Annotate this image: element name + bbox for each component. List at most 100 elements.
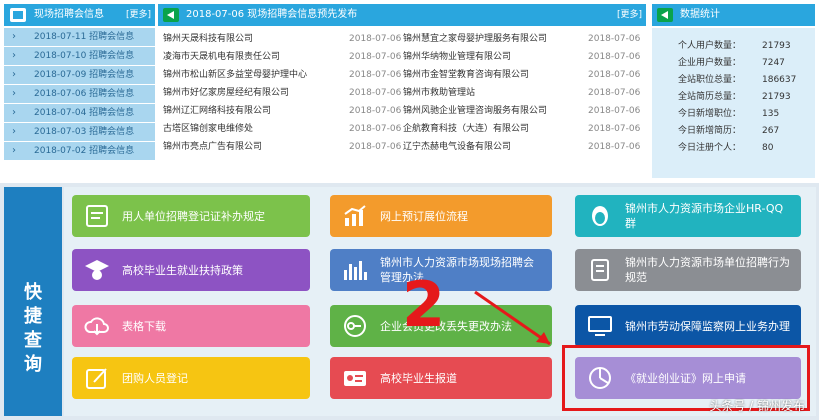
table-row: 锦州市松山新区多益堂母婴护理中心 2018-07-06 锦州市金智堂教育咨询有限公司…: [163, 66, 643, 84]
stat-row: 企业用户数量： 7247: [652, 55, 815, 72]
date-text: 2018-07-06: [349, 142, 402, 152]
list-item[interactable]: › 2018-07-06 招聘会信息: [4, 85, 155, 103]
chevron-right-icon: ›: [12, 50, 16, 61]
stat-row: 个人用户数量： 21793: [652, 38, 815, 55]
company-link[interactable]: 锦州天晟科技有限公司: [163, 30, 253, 48]
watermark: 头条号 / 锦州发布: [709, 399, 805, 413]
stat-value: 186637: [762, 75, 797, 85]
id-card-icon: [344, 371, 366, 386]
date-text: 2018-07-06: [349, 52, 402, 62]
list-item[interactable]: › 2018-07-02 招聘会信息: [4, 142, 155, 160]
company-link[interactable]: 锦州华纳物业管理有限公司: [403, 48, 511, 66]
stat-value: 135: [762, 109, 780, 119]
table-row: 锦州天晟科技有限公司 2018-07-06 锦州慧宜之家母婴护理服务有限公司 2018…: [163, 30, 643, 48]
chart-growth-icon: [344, 205, 366, 226]
chevron-right-icon: ›: [12, 31, 16, 42]
stat-label: 今日注册个人：: [678, 143, 742, 153]
tile-group-registration[interactable]: 团购人员登记: [72, 357, 310, 399]
qq-penguin-icon: [592, 206, 608, 226]
stat-row: 今日新增职位： 135: [652, 106, 815, 123]
stat-row: 今日新增简历： 267: [652, 123, 815, 140]
company-link[interactable]: 锦州市救助管理站: [403, 84, 475, 102]
job-fair-more-link[interactable]: [更多]: [126, 4, 151, 26]
announcement-panel-header: 2018-07-06 现场招聘会信息预先发布 [更多]: [158, 4, 646, 26]
graduate-icon: [85, 260, 109, 280]
stat-label: 个人用户数量：: [678, 41, 742, 51]
company-link[interactable]: 锦州市松山新区多益堂母婴护理中心: [163, 66, 307, 84]
tile-recruit-certificate[interactable]: 用人单位招聘登记证补办规定: [72, 195, 310, 237]
monitor-icon: [588, 316, 612, 336]
annotation-number: 2: [402, 268, 446, 341]
stat-row: 全站简历总量： 21793: [652, 89, 815, 106]
tile-labor-inspection[interactable]: 锦州市劳动保障监察网上业务办理: [575, 305, 801, 347]
company-link[interactable]: 锦州风驰企业管理咨询服务有限公司: [403, 102, 547, 120]
date-text: 2018-07-06: [349, 34, 402, 44]
stat-value: 80: [762, 143, 774, 153]
table-row: 锦州辽汇网络科技有限公司 2018-07-06 锦州风驰企业管理咨询服务有限公司 20…: [163, 102, 643, 120]
tile-form-download[interactable]: 表格下载: [72, 305, 310, 347]
announcement-title: 2018-07-06 现场招聘会信息预先发布: [186, 9, 358, 20]
list-item[interactable]: › 2018-07-04 招聘会信息: [4, 104, 155, 122]
table-row: 古塔区锦创家电维修处 2018-07-06 企航教育科技（大连）有限公司 2018-0…: [163, 120, 643, 138]
date-text: 2018-07-06: [588, 88, 641, 98]
top-section: 现场招聘会信息 [更多] › 2018-07-11 招聘会信息 › 2018-07-…: [0, 0, 819, 183]
date-text: 2018-07-06: [588, 124, 641, 134]
company-link[interactable]: 锦州市金智堂教育咨询有限公司: [403, 66, 529, 84]
stats-panel-header: 数据统计: [652, 4, 815, 26]
stat-value: 21793: [762, 41, 791, 51]
tile-recruit-behavior[interactable]: 锦州市人力资源市场单位招聘行为规范: [575, 249, 801, 291]
edit-icon: [86, 368, 107, 389]
list-item[interactable]: › 2018-07-03 招聘会信息: [4, 123, 155, 141]
tile-booth-booking[interactable]: 网上预订展位流程: [330, 195, 552, 237]
company-link[interactable]: 企航教育科技（大连）有限公司: [403, 120, 529, 138]
job-fair-panel-header: 现场招聘会信息 [更多]: [4, 4, 155, 26]
date-text: 2018-07-06: [588, 106, 641, 116]
company-link[interactable]: 凌海市天晟机电有限责任公司: [163, 48, 280, 66]
cloud-download-icon: [84, 317, 109, 336]
date-text: 2018-07-06: [349, 70, 402, 80]
stat-label: 全站职位总量：: [678, 75, 742, 85]
date-text: 2018-07-06: [588, 142, 641, 152]
date-text: 2018-07-06: [588, 52, 641, 62]
document-icon: [86, 205, 108, 227]
table-row: 凌海市天晟机电有限责任公司 2018-07-06 锦州华纳物业管理有限公司 2018-…: [163, 48, 643, 66]
speaker-icon: [657, 8, 673, 22]
company-list: 锦州天晟科技有限公司 2018-07-06 锦州慧宜之家母婴护理服务有限公司 2018…: [163, 30, 643, 156]
company-link[interactable]: 锦州慧宜之家母婴护理服务有限公司: [403, 30, 547, 48]
list-item[interactable]: › 2018-07-10 招聘会信息: [4, 47, 155, 65]
date-text: 2018-07-06: [588, 34, 641, 44]
quick-query-label: 快 捷 查 询: [4, 187, 62, 416]
key-icon: [344, 315, 366, 337]
document-icon: [10, 8, 26, 22]
date-text: 2018-07-06: [349, 106, 402, 116]
list-item[interactable]: › 2018-07-11 招聘会信息: [4, 28, 155, 46]
date-text: 2018-07-06: [349, 88, 402, 98]
company-link[interactable]: 锦州市好亿家房屋经纪有限公司: [163, 84, 289, 102]
speaker-icon: [163, 8, 179, 22]
chevron-right-icon: ›: [12, 145, 16, 156]
date-text: 2018-07-06: [349, 124, 402, 134]
chevron-right-icon: ›: [12, 107, 16, 118]
company-link[interactable]: 古塔区锦创家电维修处: [163, 120, 253, 138]
stat-row: 全站职位总量： 186637: [652, 72, 815, 89]
tile-graduate-report[interactable]: 高校毕业生报道: [330, 357, 552, 399]
table-row: 锦州市好亿家房屋经纪有限公司 2018-07-06 锦州市救助管理站 2018-07-…: [163, 84, 643, 102]
stat-label: 全站简历总量：: [678, 92, 742, 102]
list-item[interactable]: › 2018-07-09 招聘会信息: [4, 66, 155, 84]
job-fair-list: › 2018-07-11 招聘会信息 › 2018-07-10 招聘会信息 › 201…: [4, 28, 155, 161]
job-fair-panel-title: 现场招聘会信息: [34, 9, 104, 20]
announcement-more-link[interactable]: [更多]: [617, 4, 642, 26]
stats-title: 数据统计: [680, 9, 720, 20]
company-link[interactable]: 锦州辽汇网络科技有限公司: [163, 102, 271, 120]
stat-value: 7247: [762, 58, 785, 68]
date-text: 2018-07-06: [588, 70, 641, 80]
company-link[interactable]: 辽宁杰赫电气设备有限公司: [403, 138, 511, 156]
stat-label: 今日新增简历：: [678, 126, 742, 136]
tile-hr-qq-group[interactable]: 锦州市人力资源市场企业HR-QQ群: [575, 195, 801, 237]
tile-graduate-policy[interactable]: 高校毕业生就业扶持政策: [72, 249, 310, 291]
bar-chart-icon: [344, 261, 367, 280]
chevron-right-icon: ›: [12, 88, 16, 99]
company-link[interactable]: 锦州市亮点广告有限公司: [163, 138, 262, 156]
notebook-icon: [591, 259, 609, 281]
stat-row: 今日注册个人： 80: [652, 140, 815, 157]
